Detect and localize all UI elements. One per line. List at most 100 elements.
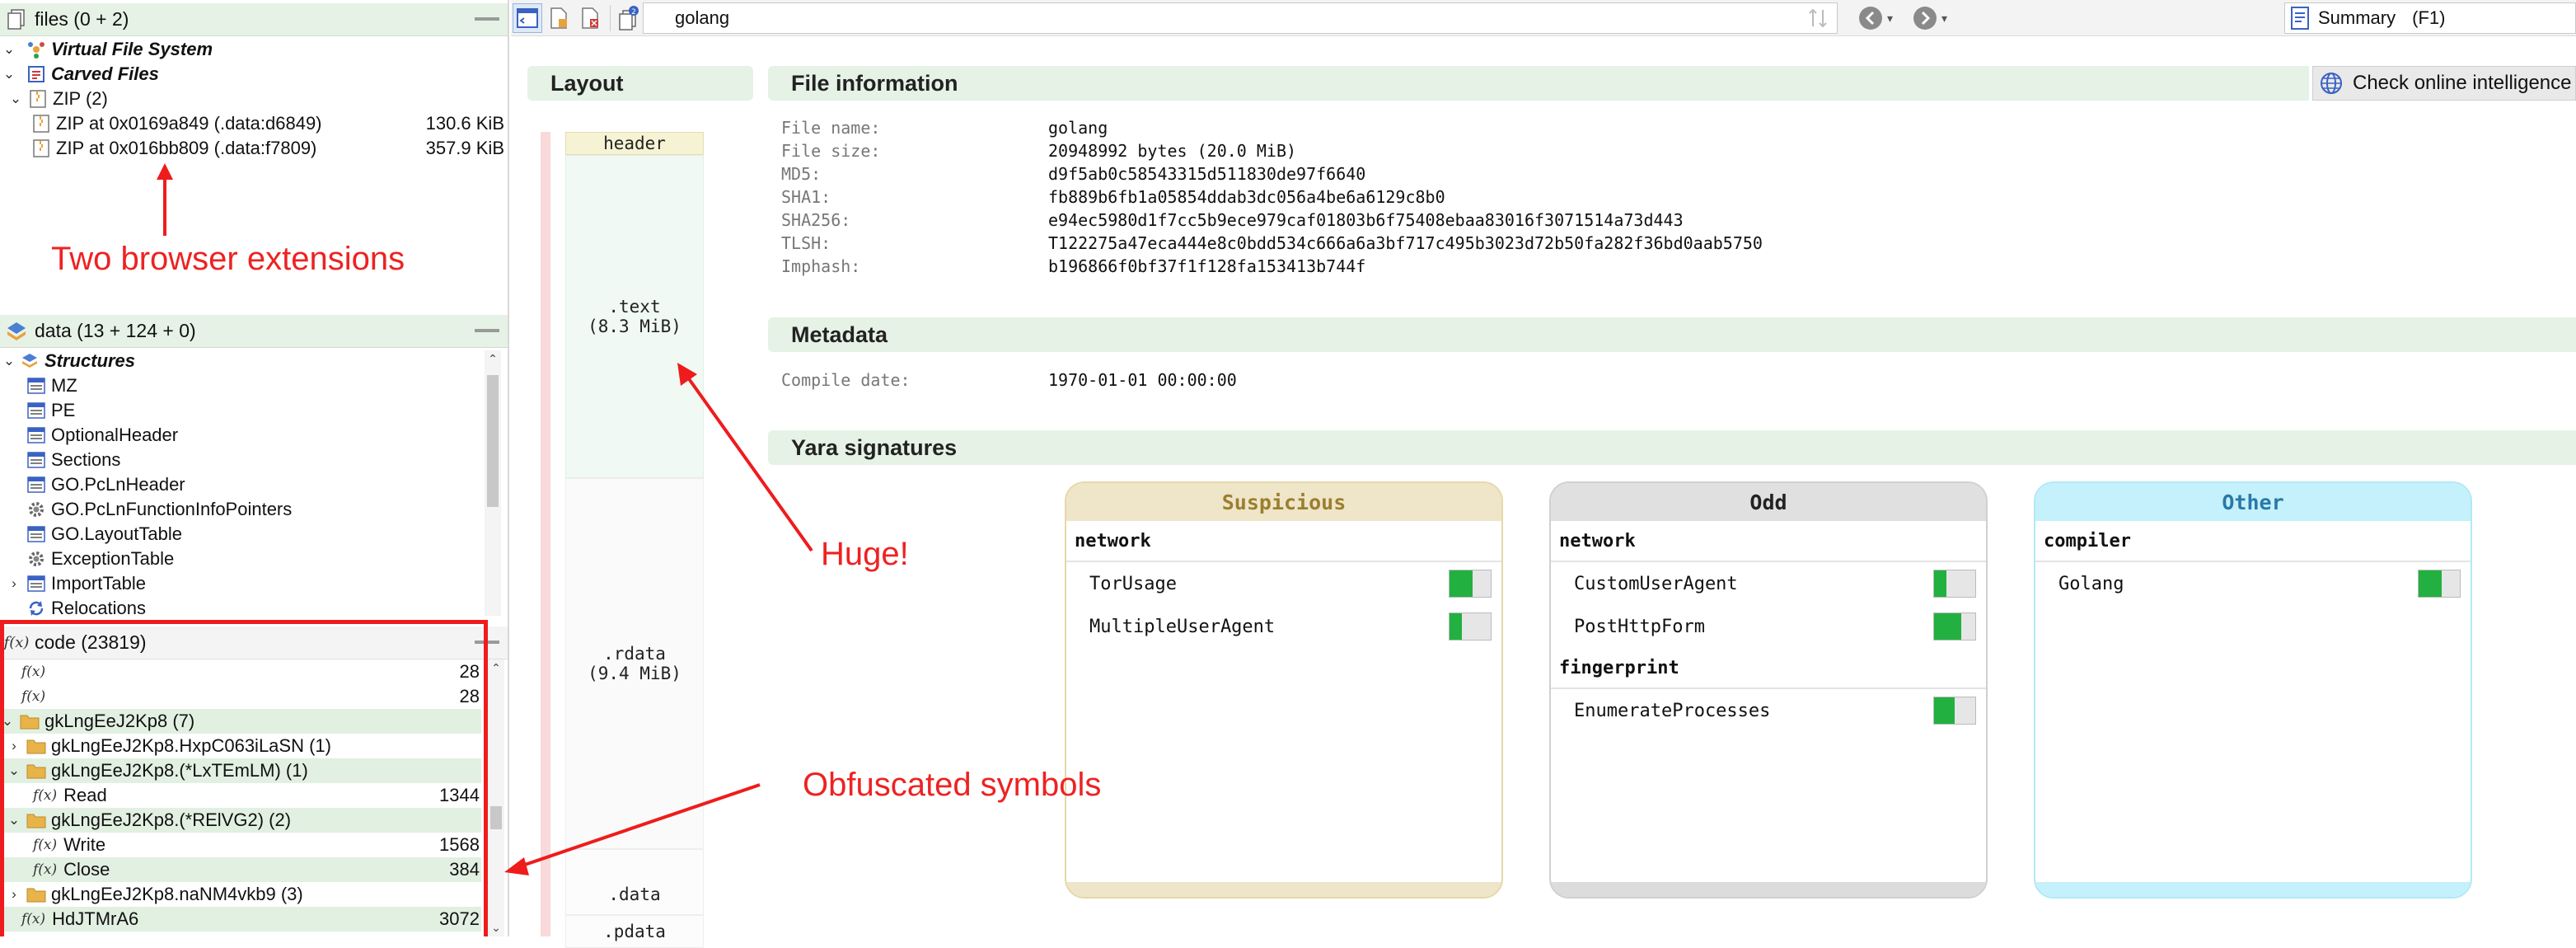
check-online-intelligence-button[interactable]: Check online intelligence — [2312, 66, 2576, 101]
rule-strength-meter — [1449, 570, 1492, 598]
card-footer — [2035, 882, 2471, 897]
function-row[interactable]: f(x) 28 — [0, 659, 481, 684]
namespace-row[interactable]: ⌄ gkLngEeJ2Kp8 (7) — [0, 709, 481, 734]
chevron-down-icon[interactable]: ⌄ — [2, 353, 16, 369]
tree-node-mz[interactable]: MZ — [26, 373, 77, 398]
yara-rule-customuseragent[interactable]: CustomUserAgent — [1551, 562, 1986, 605]
chevron-down-icon[interactable]: ⌄ — [7, 812, 21, 828]
layout-toggle-button[interactable] — [513, 3, 542, 33]
view-shortcut: (F1) — [2412, 7, 2446, 28]
sort-icon[interactable] — [1806, 7, 1829, 35]
function-row[interactable]: f(x) Read 1344 — [0, 783, 481, 808]
tree-node-go-layouttable[interactable]: GO.LayoutTable — [26, 522, 182, 547]
dropdown-caret-icon[interactable]: ▾ — [1887, 12, 1893, 26]
folder-icon — [26, 761, 46, 781]
function-icon: f(x) — [21, 688, 46, 705]
annotation-arrow-up — [157, 163, 173, 236]
address-input[interactable]: golang — [643, 2, 1838, 34]
files-panel-header[interactable]: files (0 + 2) — [0, 3, 508, 36]
chevron-right-icon[interactable]: › — [7, 575, 21, 592]
function-size: 28 — [459, 686, 480, 706]
tree-node-optional-header[interactable]: OptionalHeader — [26, 423, 178, 448]
zip-icon — [28, 89, 48, 109]
yara-title-bar: Yara signatures — [768, 430, 2576, 465]
tree-node-zip-file[interactable]: ZIP at 0x016bb809 (.data:f7809) 357.9 Ki… — [31, 136, 508, 161]
tree-label: GO.LayoutTable — [51, 523, 182, 544]
function-size: 1568 — [439, 834, 480, 855]
namespace-row[interactable]: ⌄ gkLngEeJ2Kp8.(*LxTEmLM) (1) — [0, 758, 481, 783]
folder-icon — [26, 885, 46, 904]
tree-label: MZ — [51, 375, 77, 396]
view-selector[interactable]: Summary (F1) — [2284, 2, 2576, 34]
sha256-value: e94ec5980d1f7cc5b9ece979caf01803b6f75408… — [1048, 210, 1684, 230]
function-row[interactable]: f(x) 28 — [0, 684, 481, 709]
segment-label: .text (8.3 MiB) — [588, 297, 681, 336]
chevron-right-icon[interactable]: › — [7, 886, 21, 903]
minimize-icon[interactable] — [475, 17, 499, 21]
file-list-button[interactable]: 2 — [613, 3, 643, 33]
function-size: 1344 — [439, 785, 480, 805]
rule-strength-meter — [1933, 612, 1976, 641]
yara-rule-torusage[interactable]: TorUsage — [1066, 562, 1501, 605]
function-icon: f(x) — [21, 664, 46, 680]
tree-label: GO.PcLnFunctionInfoPointers — [51, 499, 293, 519]
annotation-browser-extensions: Two browser extensions — [51, 241, 405, 277]
open-file-button[interactable] — [544, 3, 574, 33]
layout-segment-header[interactable]: header — [565, 132, 704, 155]
chevron-down-icon[interactable]: ⌄ — [7, 763, 21, 779]
tree-node-go-pclnfunctioninfopointers[interactable]: GO.PcLnFunctionInfoPointers — [26, 497, 292, 522]
function-row[interactable]: f(x) HdJTMrA6 3072 — [0, 907, 481, 932]
tree-node-pe[interactable]: PE — [26, 398, 75, 423]
tree-node-go-pclnheader[interactable]: GO.PcLnHeader — [26, 472, 185, 497]
globe-icon — [2320, 72, 2343, 95]
dropdown-caret-icon[interactable]: ▾ — [1941, 12, 1947, 26]
tree-node-structures[interactable]: ⌄ Structures — [2, 349, 135, 373]
scroll-down-icon[interactable]: ⌄ — [489, 921, 503, 935]
namespace-label: gkLngEeJ2Kp8.naNM4vkb9 (3) — [51, 884, 303, 904]
tree-node-exceptiontable[interactable]: ExceptionTable — [26, 547, 174, 571]
code-panel-header[interactable]: f(x) code (23819) — [0, 627, 508, 659]
yara-rule-golang[interactable]: Golang — [2035, 562, 2471, 605]
card-title: Other — [2035, 483, 2471, 521]
data-panel-header[interactable]: data (13 + 124 + 0) — [0, 315, 508, 348]
function-row[interactable]: f(x) Close 384 — [0, 857, 481, 882]
card-group-title: fingerprint — [1551, 648, 1986, 689]
chevron-down-icon[interactable]: ⌄ — [2, 66, 16, 82]
annotation-arrows — [504, 363, 813, 875]
card-footer — [1066, 882, 1501, 897]
tree-node-sections[interactable]: Sections — [26, 448, 120, 472]
function-row[interactable]: f(x) Write 1568 — [0, 833, 481, 857]
close-file-button[interactable] — [575, 3, 605, 33]
back-button[interactable]: ▾ — [1857, 5, 1893, 31]
rule-name: TorUsage — [1089, 573, 1177, 594]
chevron-right-icon[interactable]: › — [7, 738, 21, 754]
yara-rule-posthttpform[interactable]: PostHttpForm — [1551, 605, 1986, 648]
file-name-label: File name: — [781, 118, 881, 138]
tree-node-virtual-file-system[interactable]: ⌄ Virtual File System — [2, 37, 213, 62]
namespace-row[interactable]: ⌄ gkLngEeJ2Kp8.(*RElVG2) (2) — [0, 808, 481, 833]
minimize-icon[interactable] — [475, 329, 499, 332]
toolbar-divider — [610, 5, 611, 31]
close-file-icon — [582, 7, 598, 29]
imphash-value: b196866f0bf37f1f128fa153413b744f — [1048, 256, 1366, 276]
namespace-row[interactable]: › gkLngEeJ2Kp8.naNM4vkb9 (3) — [7, 882, 481, 907]
layout-title: Layout — [550, 70, 624, 96]
tree-node-zip-group[interactable]: ⌄ ZIP (2) — [8, 87, 108, 111]
yara-rule-enumerateprocesses[interactable]: EnumerateProcesses — [1551, 689, 1986, 732]
tree-node-relocations[interactable]: Relocations — [26, 596, 146, 621]
tree-node-importtable[interactable]: › ImportTable — [7, 571, 146, 596]
yara-card-odd: Odd network CustomUserAgent PostHttpForm… — [1549, 481, 1988, 899]
chevron-down-icon[interactable]: ⌄ — [2, 41, 16, 58]
layout-segment-pdata[interactable]: .pdata — [565, 915, 704, 948]
yara-rule-multipleuseragent[interactable]: MultipleUserAgent — [1066, 605, 1501, 648]
namespace-row[interactable]: › gkLngEeJ2Kp8.HxpC063iLaSN (1) — [7, 734, 481, 758]
function-icon: f(x) — [33, 861, 58, 878]
compile-date-value: 1970-01-01 00:00:00 — [1048, 370, 1237, 390]
chevron-down-icon[interactable]: ⌄ — [8, 91, 23, 107]
tree-node-zip-file[interactable]: ZIP at 0x0169a849 (.data:d6849) 130.6 Ki… — [31, 111, 508, 136]
tree-label: ExceptionTable — [51, 548, 175, 569]
function-name: Write — [63, 834, 106, 855]
forward-button[interactable]: ▾ — [1912, 5, 1947, 31]
chevron-down-icon[interactable]: ⌄ — [0, 713, 15, 730]
tree-node-carved-files[interactable]: ⌄ Carved Files — [2, 62, 159, 87]
